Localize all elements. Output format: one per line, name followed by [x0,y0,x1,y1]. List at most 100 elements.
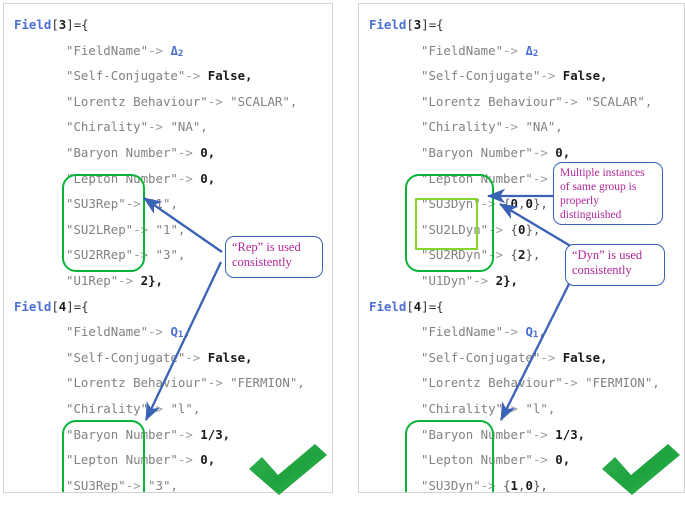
code-entry-key: "Baryon Number" [421,426,533,442]
code-entry-key: "Baryon Number" [66,426,178,442]
code-bold-value: False, [562,349,608,365]
code-bold-value: False, [562,68,608,84]
code-bold-value: 0, [555,145,571,160]
code-string-value: "NA", [170,119,208,135]
code-entry-key: "SU3Rep" [66,196,126,212]
callout-dyn-consistent: “Dyn” is used consistently [565,244,665,286]
code-line-entry: "Lorentz Behaviour"-> "FERMION", [359,370,684,396]
code-line-entry: "Self-Conjugate"-> False, [4,63,332,89]
code-line-entry: "Lorentz Behaviour"-> "SCALAR", [359,89,684,115]
code-set-value: {2}, [510,247,541,263]
code-line-entry: "Chirality"-> "NA", [4,114,332,140]
code-entry-arrow: -> [177,145,201,160]
code-bold-value: 0, [200,170,216,186]
code-entry-key: "Chirality" [66,119,149,135]
code-entry-arrow: -> [118,273,141,288]
code-entry-arrow: -> [503,401,526,416]
code-entry-arrow: -> [532,170,556,186]
code-symbol-value: Δ2 [170,42,184,59]
code-entry-arrow: -> [207,375,231,391]
code-line-entry: "Chirality"-> "l", [359,396,684,422]
code-entry-arrow: -> [177,452,201,468]
code-entry-arrow: -> [532,145,556,160]
code-entry-key: "SU2RDyn" [421,247,489,263]
code-entry-arrow: -> [488,247,511,263]
code-entry-key: "Chirality" [421,119,504,135]
code-bold-value: False, [207,349,253,365]
code-entry-arrow: -> [480,477,504,493]
code-symbol-value: Δ2 [525,42,539,59]
code-line-block-header: Field[4]={ [369,298,444,314]
code-bold-value: 2}, [495,273,518,288]
code-keyword-field: Field [369,17,407,32]
code-entry-key: "Self-Conjugate" [66,68,186,84]
code-entry-key: "Baryon Number" [66,145,178,160]
code-bold-value: 0, [200,145,216,160]
code-bold-value: 1/3, [200,426,231,442]
code-set-value: {0}, [510,221,541,237]
code-entry-key: "SU3Dyn" [421,196,481,212]
code-entry-key: "Chirality" [421,401,504,416]
code-entry-arrow: -> [503,324,526,340]
code-entry-arrow: -> [532,452,556,468]
code-entry-key: "Self-Conjugate" [421,68,541,84]
code-entry-arrow: -> [185,349,208,365]
code-entry-key: "Self-Conjugate" [66,349,186,365]
code-string-value: "SCALAR", [230,93,298,109]
code-entry-arrow: -> [177,426,201,442]
code-entry-arrow: -> [503,119,526,135]
code-entry-key: "Self-Conjugate" [421,349,541,365]
code-line-entry: "Lorentz Behaviour"-> "SCALAR", [4,89,332,115]
code-entry-arrow: -> [562,93,586,109]
code-entry-key: "U1Dyn" [421,273,474,288]
code-entry-arrow: -> [207,93,231,109]
code-symbol-value: Q1 [525,324,539,341]
code-symbol-value: Q1 [170,324,184,341]
code-entry-arrow: -> [540,68,563,84]
code-entry-arrow: -> [148,42,171,58]
code-entry-arrow: -> [540,349,563,365]
code-string-value: "NA", [525,119,563,135]
code-entry-key: "Lorentz Behaviour" [421,375,563,391]
code-bold-value: 2}, [140,273,163,288]
code-entry-key: "FieldName" [421,324,504,340]
code-line-block-header: Field[3]={ [14,17,89,32]
code-line-entry: "Self-Conjugate"-> False, [359,345,684,371]
code-entry-key: "FieldName" [66,324,149,340]
code-line-entry: "Baryon Number"-> 0, [4,140,332,166]
code-string-value: "3", [148,477,178,493]
code-entry-key: "Lorentz Behaviour" [66,93,208,109]
code-entry-key: "Lepton Number" [66,452,178,468]
code-entry-key: "SU3Rep" [66,477,126,493]
callout-rep-consistent: “Rep” is used consistently [225,236,323,278]
code-entry-key: "U1Rep" [66,273,119,288]
code-line-block-header: Field[3]={ [369,17,444,32]
code-entry-arrow: -> [503,42,526,58]
code-set-value: {0,0}, [503,196,548,212]
code-entry-key: "Lepton Number" [421,170,533,186]
code-string-value: "3", [155,247,186,263]
comparison-figure: Field[3]={"FieldName"-> Δ2 "Self-Conjugat… [0,0,685,513]
code-entry-arrow: -> [148,401,171,416]
code-entry-key: "Lepton Number" [421,452,533,468]
code-keyword-field: Field [14,17,52,32]
code-line-entry: "Chirality"-> "l", [4,396,332,422]
code-entry-key: "Lepton Number" [66,170,178,186]
code-string-value: "l", [525,401,556,416]
code-line-entry: "FieldName"-> Δ2 [359,38,684,64]
code-entry-arrow: -> [480,196,504,212]
code-string-value: "SCALAR", [585,93,653,109]
code-line-entry: "Lepton Number"-> 0, [4,166,332,192]
code-entry-key: "SU2RRep" [66,247,134,263]
code-string-value: "1", [155,221,186,237]
code-entry-key: "SU3Dyn" [421,477,481,493]
code-set-value: {1,0}, [503,477,548,493]
code-entry-key: "FieldName" [66,42,149,58]
left-status-check-icon [249,444,327,495]
code-keyword-field: Field [369,298,407,314]
callout-multiple-instances: Multiple instances of same group is prop… [553,162,663,225]
code-entry-arrow: -> [532,426,556,442]
code-entry-key: "SU2LDyn" [421,221,489,237]
code-bold-value: 0, [200,452,216,468]
code-line-entry: "Chirality"-> "NA", [359,114,684,140]
